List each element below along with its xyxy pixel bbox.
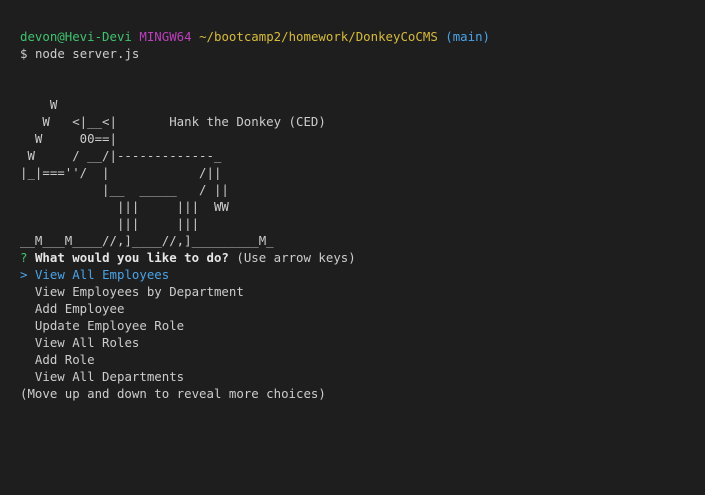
menu-item-add-role[interactable]: Add Role xyxy=(20,351,700,368)
menu-item-label: Update Employee Role xyxy=(34,318,185,333)
prompt-symbol: $ xyxy=(20,46,28,61)
terminal-output[interactable]: devon@Hevi-Devi MINGW64 ~/bootcamp2/home… xyxy=(20,28,700,402)
command-text: node server.js xyxy=(34,46,140,61)
menu-item-label: View All Departments xyxy=(34,369,185,384)
ascii-art-line: ||| ||| WW xyxy=(20,199,229,214)
menu-item-view-all-departments[interactable]: View All Departments xyxy=(20,368,700,385)
command-line: $ node server.js xyxy=(20,45,700,62)
menu-item-view-all-employees[interactable]: > View All Employees xyxy=(20,266,700,283)
question-line: ? What would you like to do? (Use arrow … xyxy=(20,249,700,266)
prompt-line: devon@Hevi-Devi MINGW64 ~/bootcamp2/home… xyxy=(20,28,700,45)
menu-item-label: Add Employee xyxy=(34,301,125,316)
ascii-art-line: |__ _____ / || xyxy=(20,182,229,197)
shell-name: MINGW64 xyxy=(139,29,192,44)
menu-item-view-employees-by-department[interactable]: View Employees by Department xyxy=(20,283,700,300)
current-path: ~/bootcamp2/homework/DonkeyCoCMS xyxy=(199,29,438,44)
selection-pointer-icon: > xyxy=(20,267,28,282)
ascii-art-line: W xyxy=(20,97,58,112)
question-mark-icon: ? xyxy=(20,250,28,265)
ascii-art-line: W / __/|-------------_ xyxy=(20,148,222,163)
ascii-art-line: |_|===''/ | /|| xyxy=(20,165,222,180)
menu-item-update-employee-role[interactable]: Update Employee Role xyxy=(20,317,700,334)
git-branch: (main) xyxy=(445,29,491,44)
question-text: What would you like to do? xyxy=(34,250,229,265)
menu-item-add-employee[interactable]: Add Employee xyxy=(20,300,700,317)
user-host: devon@Hevi-Devi xyxy=(20,29,132,44)
menu-item-label: View All Employees xyxy=(34,267,170,282)
question-hint: (Use arrow keys) xyxy=(236,250,356,265)
menu-item-label: View Employees by Department xyxy=(34,284,244,299)
ascii-art-line: W 00==| xyxy=(20,131,117,146)
menu-item-label: View All Roles xyxy=(34,335,140,350)
menu-item-view-all-roles[interactable]: View All Roles xyxy=(20,334,700,351)
footer-hint: (Move up and down to reveal more choices… xyxy=(20,386,326,401)
menu-item-label: Add Role xyxy=(34,352,95,367)
ascii-art-line: __M___M____//,]____//,]_________M_ xyxy=(20,233,274,248)
ascii-art-line: W <|__<| Hank the Donkey (CED) xyxy=(20,114,326,129)
ascii-art-line: ||| ||| xyxy=(20,216,200,231)
